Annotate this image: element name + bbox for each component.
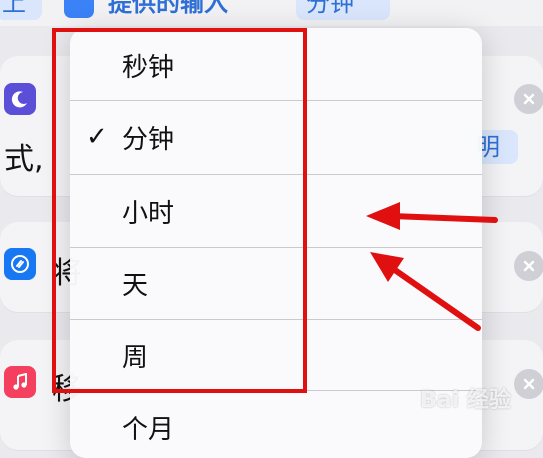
variable-chip-left[interactable]: 上 (0, 0, 42, 20)
menu-item-label: 个月 (122, 415, 175, 445)
action-text-1: 式, (4, 142, 44, 177)
unit-chip-label: 分钟 (306, 0, 354, 17)
close-icon[interactable] (514, 369, 543, 399)
chip-left-label: 上 (2, 0, 26, 17)
shazam-icon (4, 248, 36, 280)
provided-input-label: 提供的输入 (108, 0, 228, 17)
close-icon[interactable] (514, 84, 543, 114)
close-icon[interactable] (514, 251, 543, 281)
watermark: Bai 经验 (420, 388, 511, 413)
moon-icon (4, 83, 36, 115)
music-icon (4, 366, 36, 398)
unit-chip[interactable]: 分钟 (296, 0, 390, 20)
provided-input-chip[interactable]: 提供的输入 (100, 0, 288, 20)
highlight-box (52, 28, 307, 393)
input-variable-icon (64, 0, 94, 18)
